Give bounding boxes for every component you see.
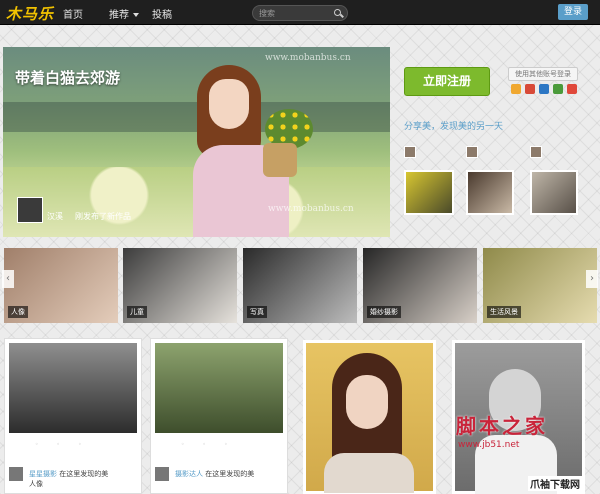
avatar[interactable] [17, 197, 43, 223]
qq-icon[interactable] [511, 84, 521, 94]
avatar[interactable] [404, 146, 416, 158]
corner-badge: 爪袖下载网 [528, 476, 582, 491]
other-login-button[interactable]: 使用其他账号登录 [508, 67, 578, 81]
card-author[interactable]: 星星摄影 [29, 470, 57, 478]
card-meta: 摄影达人 在这里发现的美 [175, 469, 254, 479]
watermark-text: www.mobanbus.cn [268, 204, 354, 214]
strip-item-wedding[interactable]: 婚纱摄影 [363, 248, 477, 323]
photo-card[interactable]: ◦◦◦ 摄影达人 在这里发现的美 [150, 338, 288, 494]
avatar[interactable] [9, 467, 23, 481]
strip-item-label: 人像 [8, 306, 28, 318]
recent-photo-thumb[interactable] [466, 170, 514, 215]
photo-card[interactable]: ◦◦◦ 星星摄影 在这里发现的美 人像 [4, 338, 142, 494]
nav-recommend-label: 推荐 [109, 10, 129, 21]
search-input[interactable] [259, 6, 329, 20]
strip-item-scenery[interactable]: 生活风景 [483, 248, 597, 323]
strip-item-kids[interactable]: 儿童 [123, 248, 237, 323]
card-author[interactable]: 摄影达人 [175, 470, 203, 478]
recent-photo-thumb[interactable] [530, 170, 578, 215]
watermark-text: www.mobanbus.cn [265, 53, 351, 63]
avatar[interactable] [155, 467, 169, 481]
hero-title[interactable]: 带着白猫去郊游 [15, 67, 120, 88]
douban-icon[interactable] [553, 84, 563, 94]
search-icon[interactable] [334, 9, 341, 16]
renren-icon[interactable] [539, 84, 549, 94]
top-navbar: 木马乐 首页 推荐 投稿 登录 [0, 0, 600, 25]
caret-down-icon [133, 13, 139, 17]
recent-photo-thumb[interactable] [404, 170, 454, 215]
login-button[interactable]: 登录 [558, 4, 588, 20]
strip-next-arrow[interactable]: › [586, 270, 598, 288]
card-tag[interactable]: 人像 [29, 480, 43, 488]
nav-submit[interactable]: 投稿 [152, 6, 172, 21]
strip-item-portrait[interactable]: 人像 [4, 248, 118, 323]
card-desc: 在这里发现的美 [205, 470, 255, 478]
card-meta: 星星摄影 在这里发现的美 人像 [29, 469, 108, 489]
nav-home[interactable]: 首页 [63, 6, 83, 21]
strip-item-photo[interactable]: 写真 [243, 248, 357, 323]
hero-user-info[interactable]: 汉溪 刚发布了新作品 [17, 197, 207, 233]
hero-user-status: 刚发布了新作品 [75, 212, 131, 221]
basket [263, 143, 297, 177]
featured-portrait[interactable] [303, 340, 436, 494]
strip-prev-arrow[interactable]: ‹ [2, 270, 14, 288]
avatar[interactable] [466, 146, 478, 158]
avatar[interactable] [530, 146, 542, 158]
card-photo[interactable] [9, 343, 137, 433]
kaixin-icon[interactable] [567, 84, 577, 94]
card-actions: ◦◦◦ [35, 441, 100, 448]
nav-recommend[interactable]: 推荐 [109, 6, 139, 21]
site-watermark-url: www.jb51.net [458, 440, 520, 450]
hero-user-name[interactable]: 汉溪 [47, 211, 63, 222]
panel-tagline: 分享美，发现美的另一天 [404, 122, 504, 132]
site-watermark: 脚本之家 [456, 414, 548, 438]
signup-button[interactable]: 立即注册 [404, 67, 490, 96]
card-actions: ◦◦◦ [181, 441, 246, 448]
weibo-icon[interactable] [525, 84, 535, 94]
strip-item-label: 婚纱摄影 [367, 306, 401, 318]
card-desc: 在这里发现的美 [59, 470, 109, 478]
card-photo[interactable] [155, 343, 283, 433]
hero-banner[interactable]: 带着白猫去郊游 www.mobanbus.cn www.mobanbus.cn … [3, 47, 390, 237]
strip-item-label: 生活风景 [487, 306, 521, 318]
strip-item-label: 写真 [247, 306, 267, 318]
site-logo[interactable]: 木马乐 [6, 3, 54, 24]
search-box [252, 5, 348, 21]
strip-item-label: 儿童 [127, 306, 147, 318]
